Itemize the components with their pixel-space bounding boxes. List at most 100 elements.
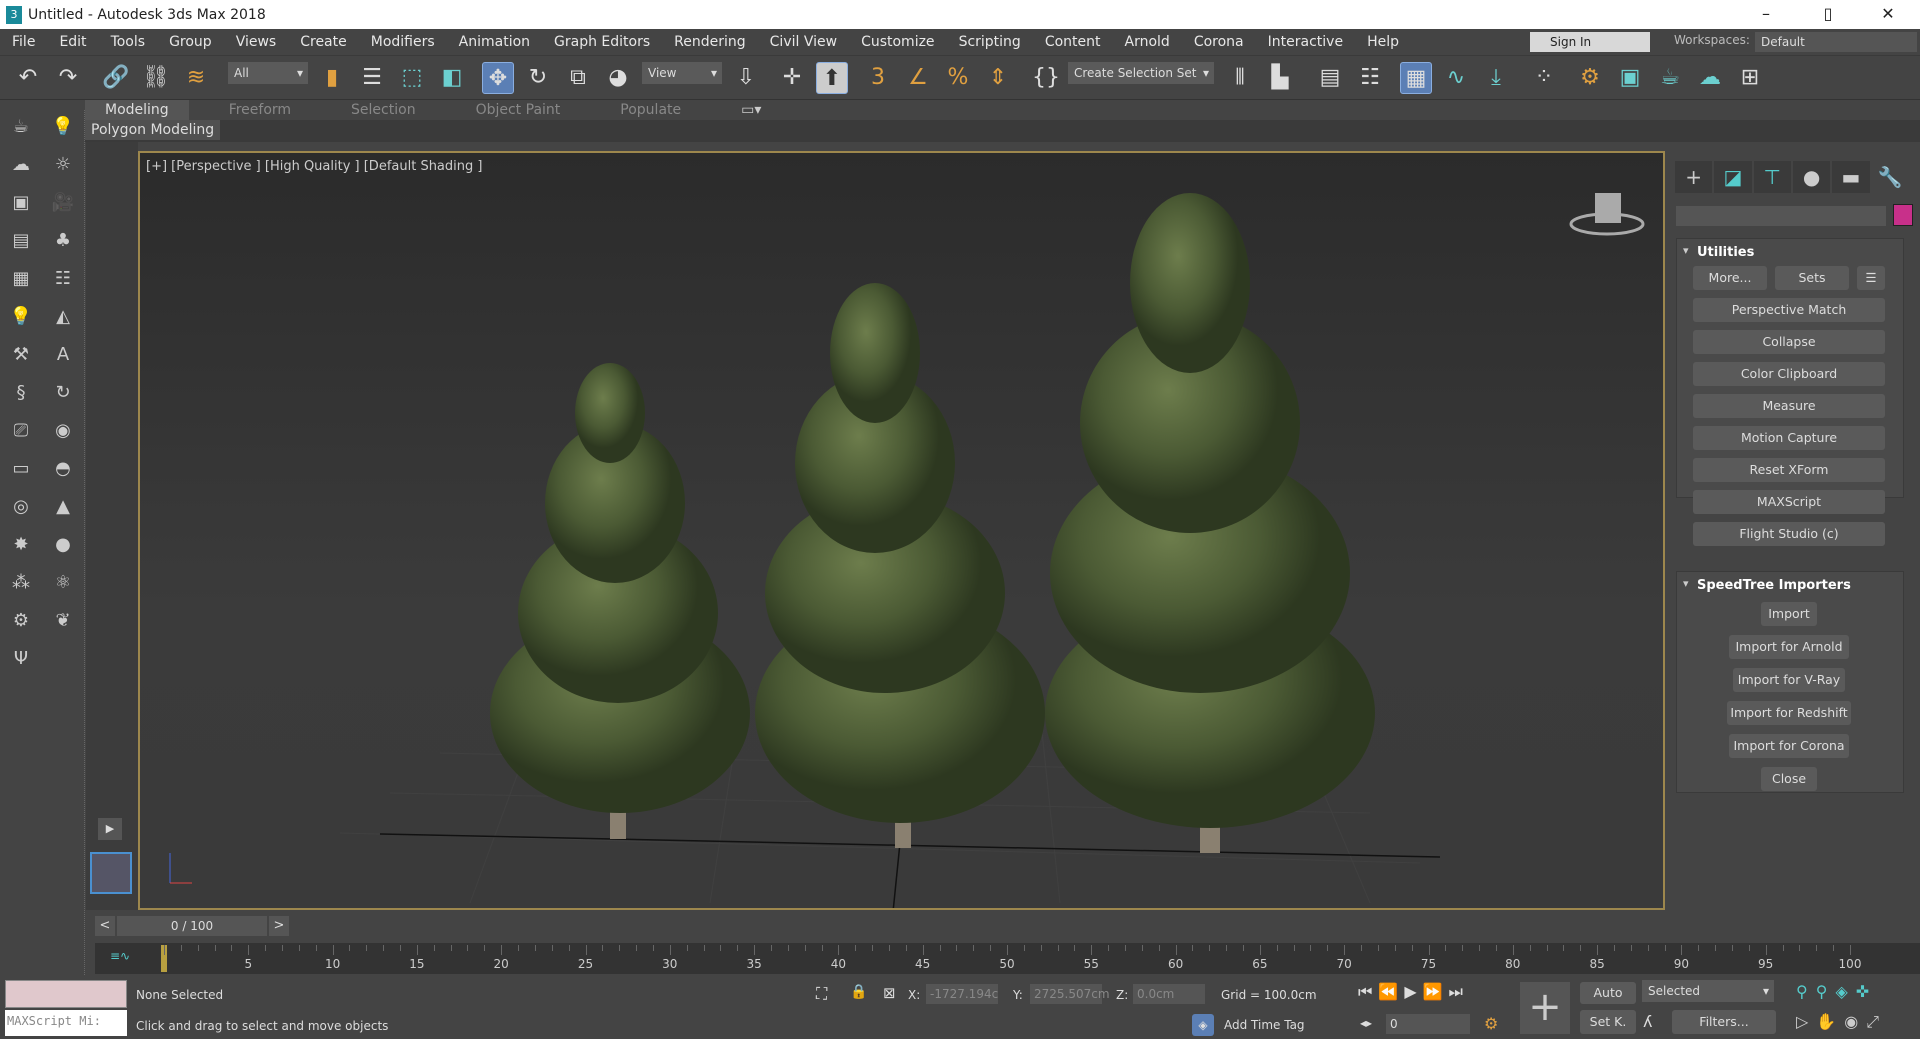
- shape-icon[interactable]: ◭: [50, 304, 76, 330]
- reference-coordinate-dropdown[interactable]: View: [642, 62, 722, 84]
- select-by-name-icon[interactable]: ☰: [356, 62, 388, 94]
- sets-button[interactable]: Sets: [1775, 266, 1849, 290]
- tab-object-paint[interactable]: Object Paint: [456, 100, 581, 120]
- time-slider-thumb[interactable]: 0 / 100: [117, 916, 267, 936]
- align-icon[interactable]: ▙: [1264, 62, 1296, 94]
- object-name-field[interactable]: [1676, 206, 1886, 226]
- set-key-big-button[interactable]: +: [1520, 982, 1570, 1034]
- particle-icon[interactable]: ⁂: [8, 570, 34, 596]
- light-bulb-icon[interactable]: 💡: [50, 114, 76, 140]
- menu-help[interactable]: Help: [1355, 34, 1411, 50]
- ribbon-options-icon[interactable]: ▭▾: [721, 100, 781, 120]
- utility-collapsebutton[interactable]: Collapse: [1693, 330, 1885, 354]
- pivot-center-icon[interactable]: ⇩: [730, 62, 762, 94]
- menu-scripting[interactable]: Scripting: [947, 34, 1033, 50]
- speedtree-closebutton[interactable]: Close: [1761, 767, 1817, 791]
- menu-graph-editors[interactable]: Graph Editors: [542, 34, 662, 50]
- create-tab-icon[interactable]: +: [1675, 161, 1713, 193]
- window-crossing-icon[interactable]: ◧: [436, 62, 468, 94]
- plant-icon[interactable]: ❦: [50, 608, 76, 634]
- previous-frame-button[interactable]: <: [95, 916, 115, 936]
- utility-motion-capturebutton[interactable]: Motion Capture: [1693, 426, 1885, 450]
- layer-explorer-icon[interactable]: ☷: [1354, 62, 1386, 94]
- text-icon[interactable]: A: [50, 342, 76, 368]
- configure-button-sets-icon[interactable]: ☰: [1857, 266, 1885, 290]
- key-filter-dropdown[interactable]: Selected: [1642, 980, 1774, 1002]
- render-setup-icon[interactable]: ⚙: [1574, 62, 1606, 94]
- tab-selection[interactable]: Selection: [331, 100, 436, 120]
- sun-icon[interactable]: ☼: [50, 152, 76, 178]
- tab-freeform[interactable]: Freeform: [209, 100, 311, 120]
- add-time-tag-button[interactable]: Add Time Tag: [1224, 1018, 1305, 1032]
- tab-populate[interactable]: Populate: [600, 100, 701, 120]
- menu-content[interactable]: Content: [1033, 34, 1113, 50]
- list-icon[interactable]: ▤: [8, 228, 34, 254]
- a360-gallery-icon[interactable]: ⊞: [1734, 62, 1766, 94]
- menu-civil-view[interactable]: Civil View: [758, 34, 849, 50]
- minimize-button[interactable]: –: [1738, 0, 1794, 29]
- maxscript-listener-pink[interactable]: [5, 980, 127, 1008]
- select-and-place-icon[interactable]: ◕: [602, 62, 634, 94]
- time-slider[interactable]: < 0 / 100 >: [95, 916, 1920, 938]
- select-and-scale-icon[interactable]: ⧉: [562, 62, 594, 94]
- tab-modeling[interactable]: Modeling: [85, 100, 189, 120]
- speedtree-import-for-arnoldbutton[interactable]: Import for Arnold: [1729, 635, 1849, 659]
- plane-icon[interactable]: ▭: [8, 456, 34, 482]
- menu-corona[interactable]: Corona: [1182, 34, 1256, 50]
- utility-flight-studio-c-button[interactable]: Flight Studio (c): [1693, 522, 1885, 546]
- hair-icon[interactable]: Ψ: [8, 646, 34, 672]
- menu-animation[interactable]: Animation: [447, 34, 542, 50]
- schematic-view-icon[interactable]: ⤓: [1480, 62, 1512, 94]
- viewport-navigation-icons-2[interactable]: ▷✋◉⤢: [1796, 1012, 1887, 1032]
- redo-icon[interactable]: ↷: [52, 62, 84, 94]
- rotate-icon[interactable]: ↻: [50, 380, 76, 406]
- menu-edit[interactable]: Edit: [47, 34, 98, 50]
- link-icon[interactable]: 🔗: [100, 62, 132, 94]
- image-icon[interactable]: ▣: [8, 190, 34, 216]
- menu-modifiers[interactable]: Modifiers: [359, 34, 447, 50]
- time-configuration-icon[interactable]: ⚙: [1484, 1014, 1498, 1033]
- key-tangent-icon[interactable]: ʎ: [1643, 1012, 1652, 1031]
- helper-icon[interactable]: ⚒: [8, 342, 34, 368]
- perspective-viewport[interactable]: [+] [Perspective ] [High Quality ] [Defa…: [138, 151, 1665, 910]
- mirror-icon[interactable]: ⫴: [1224, 62, 1256, 94]
- atom-icon[interactable]: ⚙: [8, 608, 34, 634]
- utilities-rollout-title[interactable]: Utilities: [1677, 239, 1903, 265]
- snaps-toggle-icon[interactable]: 3: [862, 62, 894, 94]
- disc-icon[interactable]: ●: [50, 532, 76, 558]
- expand-arrow-icon[interactable]: ▶: [98, 818, 122, 840]
- menu-arnold[interactable]: Arnold: [1113, 34, 1182, 50]
- auto-key-button[interactable]: Auto: [1580, 982, 1636, 1004]
- select-object-icon[interactable]: ▮: [316, 62, 348, 94]
- menu-group[interactable]: Group: [157, 34, 224, 50]
- set-key-button[interactable]: Set K.: [1580, 1010, 1636, 1034]
- render-production-icon[interactable]: ☕: [1654, 62, 1686, 94]
- motion-tab-icon[interactable]: ●: [1792, 161, 1831, 193]
- molecule-icon[interactable]: ⚛: [50, 570, 76, 596]
- more-button[interactable]: More...: [1693, 266, 1767, 290]
- menu-create[interactable]: Create: [288, 34, 359, 50]
- sign-in-button[interactable]: Sign In: [1530, 32, 1650, 52]
- viewcube-icon[interactable]: [1569, 193, 1645, 236]
- named-selection-set-dropdown[interactable]: Create Selection Set: [1068, 62, 1214, 84]
- key-mode-toggle-icon[interactable]: ◂▸: [1360, 1016, 1372, 1030]
- x-coordinate-field[interactable]: -1727.194c: [926, 984, 998, 1004]
- keyboard-shortcut-override-icon[interactable]: ⬆: [816, 62, 848, 94]
- viewport-navigation-icons[interactable]: ⚲⚲◈✜: [1796, 982, 1877, 1001]
- hierarchy-tab-icon[interactable]: ⊤: [1753, 161, 1791, 193]
- menu-interactive[interactable]: Interactive: [1256, 34, 1355, 50]
- speedtree-import-for-redshiftbutton[interactable]: Import for Redshift: [1727, 701, 1851, 725]
- percent-snap-icon[interactable]: %: [942, 62, 974, 94]
- scene-explorer-icon[interactable]: ▤: [1314, 62, 1346, 94]
- menu-file[interactable]: File: [0, 34, 47, 50]
- current-frame-field[interactable]: 0: [1386, 1014, 1470, 1034]
- z-coordinate-field[interactable]: 0.0cm: [1133, 984, 1205, 1004]
- cloud-icon[interactable]: ☁: [8, 152, 34, 178]
- tree-icon[interactable]: ♣: [50, 228, 76, 254]
- curve-editor-icon[interactable]: ∿: [1440, 62, 1472, 94]
- close-button[interactable]: ✕: [1860, 0, 1916, 29]
- filters-button[interactable]: Filters...: [1672, 1010, 1776, 1034]
- cone-icon[interactable]: ▲: [50, 494, 76, 520]
- undo-icon[interactable]: ↶: [12, 62, 44, 94]
- time-tag-icon[interactable]: ◈: [1192, 1014, 1214, 1036]
